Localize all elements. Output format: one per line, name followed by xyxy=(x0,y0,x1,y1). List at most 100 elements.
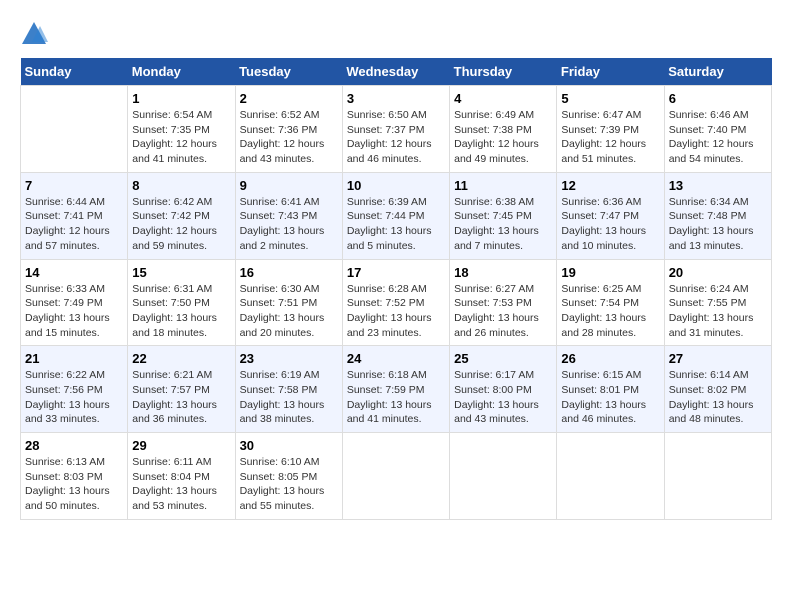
day-number: 11 xyxy=(454,178,552,193)
day-number: 13 xyxy=(669,178,767,193)
calendar-table: SundayMondayTuesdayWednesdayThursdayFrid… xyxy=(20,58,772,520)
calendar-cell: 10 Sunrise: 6:39 AMSunset: 7:44 PMDayligh… xyxy=(342,172,449,259)
cell-info: Sunrise: 6:47 AMSunset: 7:39 PMDaylight:… xyxy=(561,108,659,167)
calendar-cell: 23 Sunrise: 6:19 AMSunset: 7:58 PMDayligh… xyxy=(235,346,342,433)
logo xyxy=(20,20,52,48)
calendar-week-1: 1 Sunrise: 6:54 AMSunset: 7:35 PMDaylight… xyxy=(21,86,772,173)
calendar-cell: 4Sunrise: 6:49 AMSunset: 7:38 PMDaylight… xyxy=(450,86,557,173)
calendar-cell xyxy=(342,433,449,520)
cell-info: Sunrise: 6:42 AMSunset: 7:42 PMDaylight:… xyxy=(132,195,230,254)
day-number: 14 xyxy=(25,265,123,280)
day-number: 28 xyxy=(25,438,123,453)
calendar-cell: 18 Sunrise: 6:27 AMSunset: 7:53 PMDayligh… xyxy=(450,259,557,346)
day-number: 19 xyxy=(561,265,659,280)
cell-info: Sunrise: 6:54 AMSunset: 7:35 PMDaylight:… xyxy=(132,108,230,167)
cell-info: Sunrise: 6:38 AMSunset: 7:45 PMDaylight:… xyxy=(454,195,552,254)
calendar-cell: 17Sunrise: 6:28 AMSunset: 7:52 PMDayligh… xyxy=(342,259,449,346)
cell-info: Sunrise: 6:41 AMSunset: 7:43 PMDaylight:… xyxy=(240,195,338,254)
day-number: 1 xyxy=(132,91,230,106)
calendar-cell: 19 Sunrise: 6:25 AMSunset: 7:54 PMDayligh… xyxy=(557,259,664,346)
header-tuesday: Tuesday xyxy=(235,58,342,86)
day-number: 9 xyxy=(240,178,338,193)
day-number: 27 xyxy=(669,351,767,366)
calendar-cell: 26Sunrise: 6:15 AMSunset: 8:01 PMDayligh… xyxy=(557,346,664,433)
header-friday: Friday xyxy=(557,58,664,86)
cell-info: Sunrise: 6:31 AMSunset: 7:50 PMDaylight:… xyxy=(132,282,230,341)
calendar-cell: 9 Sunrise: 6:41 AMSunset: 7:43 PMDaylight… xyxy=(235,172,342,259)
calendar-cell: 14 Sunrise: 6:33 AMSunset: 7:49 PMDayligh… xyxy=(21,259,128,346)
day-number: 10 xyxy=(347,178,445,193)
cell-info: Sunrise: 6:50 AMSunset: 7:37 PMDaylight:… xyxy=(347,108,445,167)
logo-icon xyxy=(20,20,48,48)
calendar-week-2: 7 Sunrise: 6:44 AMSunset: 7:41 PMDaylight… xyxy=(21,172,772,259)
calendar-cell xyxy=(21,86,128,173)
calendar-cell: 1 Sunrise: 6:54 AMSunset: 7:35 PMDaylight… xyxy=(128,86,235,173)
day-number: 16 xyxy=(240,265,338,280)
calendar-cell: 3Sunrise: 6:50 AMSunset: 7:37 PMDaylight… xyxy=(342,86,449,173)
calendar-cell: 25 Sunrise: 6:17 AMSunset: 8:00 PMDayligh… xyxy=(450,346,557,433)
calendar-cell: 12 Sunrise: 6:36 AMSunset: 7:47 PMDayligh… xyxy=(557,172,664,259)
calendar-cell: 21Sunrise: 6:22 AMSunset: 7:56 PMDayligh… xyxy=(21,346,128,433)
calendar-cell: 13 Sunrise: 6:34 AMSunset: 7:48 PMDayligh… xyxy=(664,172,771,259)
header-wednesday: Wednesday xyxy=(342,58,449,86)
day-number: 2 xyxy=(240,91,338,106)
cell-info: Sunrise: 6:11 AMSunset: 8:04 PMDaylight:… xyxy=(132,455,230,514)
cell-info: Sunrise: 6:30 AMSunset: 7:51 PMDaylight:… xyxy=(240,282,338,341)
day-number: 8 xyxy=(132,178,230,193)
day-number: 20 xyxy=(669,265,767,280)
calendar-cell: 15 Sunrise: 6:31 AMSunset: 7:50 PMDayligh… xyxy=(128,259,235,346)
cell-info: Sunrise: 6:21 AMSunset: 7:57 PMDaylight:… xyxy=(132,368,230,427)
calendar-cell: 28 Sunrise: 6:13 AMSunset: 8:03 PMDayligh… xyxy=(21,433,128,520)
day-number: 6 xyxy=(669,91,767,106)
page-header xyxy=(20,20,772,48)
day-number: 15 xyxy=(132,265,230,280)
day-number: 25 xyxy=(454,351,552,366)
calendar-cell: 16 Sunrise: 6:30 AMSunset: 7:51 PMDayligh… xyxy=(235,259,342,346)
cell-info: Sunrise: 6:46 AMSunset: 7:40 PMDaylight:… xyxy=(669,108,767,167)
day-number: 24 xyxy=(347,351,445,366)
calendar-cell: 6 Sunrise: 6:46 AMSunset: 7:40 PMDaylight… xyxy=(664,86,771,173)
cell-info: Sunrise: 6:34 AMSunset: 7:48 PMDaylight:… xyxy=(669,195,767,254)
cell-info: Sunrise: 6:24 AMSunset: 7:55 PMDaylight:… xyxy=(669,282,767,341)
day-number: 22 xyxy=(132,351,230,366)
day-number: 23 xyxy=(240,351,338,366)
cell-info: Sunrise: 6:13 AMSunset: 8:03 PMDaylight:… xyxy=(25,455,123,514)
cell-info: Sunrise: 6:18 AMSunset: 7:59 PMDaylight:… xyxy=(347,368,445,427)
cell-info: Sunrise: 6:19 AMSunset: 7:58 PMDaylight:… xyxy=(240,368,338,427)
cell-info: Sunrise: 6:17 AMSunset: 8:00 PMDaylight:… xyxy=(454,368,552,427)
calendar-cell: 7 Sunrise: 6:44 AMSunset: 7:41 PMDaylight… xyxy=(21,172,128,259)
header-monday: Monday xyxy=(128,58,235,86)
cell-info: Sunrise: 6:27 AMSunset: 7:53 PMDaylight:… xyxy=(454,282,552,341)
calendar-cell: 5Sunrise: 6:47 AMSunset: 7:39 PMDaylight… xyxy=(557,86,664,173)
header-thursday: Thursday xyxy=(450,58,557,86)
cell-info: Sunrise: 6:33 AMSunset: 7:49 PMDaylight:… xyxy=(25,282,123,341)
calendar-cell: 8 Sunrise: 6:42 AMSunset: 7:42 PMDaylight… xyxy=(128,172,235,259)
calendar-week-4: 21Sunrise: 6:22 AMSunset: 7:56 PMDayligh… xyxy=(21,346,772,433)
cell-info: Sunrise: 6:15 AMSunset: 8:01 PMDaylight:… xyxy=(561,368,659,427)
cell-info: Sunrise: 6:10 AMSunset: 8:05 PMDaylight:… xyxy=(240,455,338,514)
calendar-cell: 24 Sunrise: 6:18 AMSunset: 7:59 PMDayligh… xyxy=(342,346,449,433)
cell-info: Sunrise: 6:39 AMSunset: 7:44 PMDaylight:… xyxy=(347,195,445,254)
cell-info: Sunrise: 6:44 AMSunset: 7:41 PMDaylight:… xyxy=(25,195,123,254)
cell-info: Sunrise: 6:25 AMSunset: 7:54 PMDaylight:… xyxy=(561,282,659,341)
calendar-cell: 2 Sunrise: 6:52 AMSunset: 7:36 PMDaylight… xyxy=(235,86,342,173)
day-number: 29 xyxy=(132,438,230,453)
calendar-cell: 29 Sunrise: 6:11 AMSunset: 8:04 PMDayligh… xyxy=(128,433,235,520)
cell-info: Sunrise: 6:36 AMSunset: 7:47 PMDaylight:… xyxy=(561,195,659,254)
day-number: 17 xyxy=(347,265,445,280)
calendar-cell xyxy=(450,433,557,520)
calendar-header-row: SundayMondayTuesdayWednesdayThursdayFrid… xyxy=(21,58,772,86)
header-sunday: Sunday xyxy=(21,58,128,86)
cell-info: Sunrise: 6:52 AMSunset: 7:36 PMDaylight:… xyxy=(240,108,338,167)
calendar-week-3: 14 Sunrise: 6:33 AMSunset: 7:49 PMDayligh… xyxy=(21,259,772,346)
day-number: 18 xyxy=(454,265,552,280)
calendar-cell xyxy=(557,433,664,520)
day-number: 30 xyxy=(240,438,338,453)
header-saturday: Saturday xyxy=(664,58,771,86)
calendar-week-5: 28 Sunrise: 6:13 AMSunset: 8:03 PMDayligh… xyxy=(21,433,772,520)
day-number: 7 xyxy=(25,178,123,193)
day-number: 4 xyxy=(454,91,552,106)
day-number: 12 xyxy=(561,178,659,193)
day-number: 21 xyxy=(25,351,123,366)
calendar-cell: 30 Sunrise: 6:10 AMSunset: 8:05 PMDayligh… xyxy=(235,433,342,520)
